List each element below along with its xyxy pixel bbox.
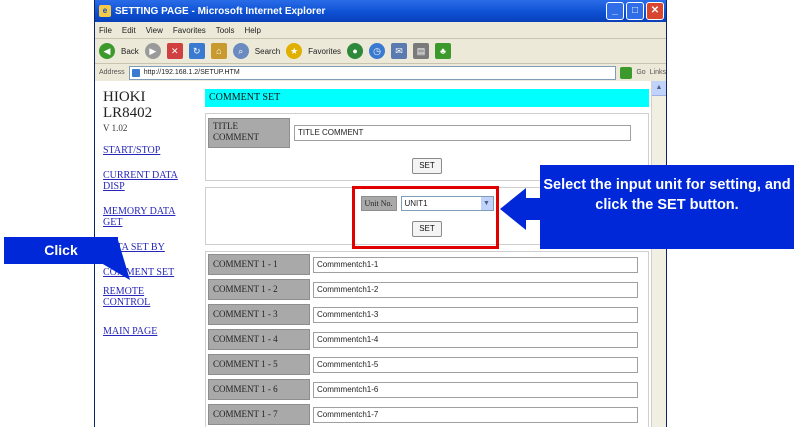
comment-input[interactable]: Commmentch1-5 (313, 356, 638, 373)
menu-bar: File Edit View Favorites Tools Help (95, 22, 666, 39)
menu-file[interactable]: File (99, 26, 112, 35)
home-icon[interactable]: ⌂ (210, 43, 227, 59)
version-label: V 1.02 (103, 123, 128, 133)
search-button-label[interactable]: Search (255, 47, 280, 56)
instruction-arrow-shape (500, 188, 544, 230)
comment-label: COMMENT 1 - 4 (208, 329, 310, 350)
vertical-scrollbar[interactable]: ▲ (651, 81, 666, 427)
media-icon[interactable]: ● (347, 43, 364, 59)
search-icon[interactable]: ⌕ (232, 43, 249, 59)
menu-edit[interactable]: Edit (122, 26, 136, 35)
nav-link-current-data[interactable]: CURRENT DATA DISP (103, 170, 183, 192)
comment-row: COMMENT 1 - 2 Commmentch1-2 (208, 279, 646, 300)
comment-label: COMMENT 1 - 7 (208, 404, 310, 425)
comment-row: COMMENT 1 - 6 Commmentch1-6 (208, 379, 646, 400)
nav-link-main-page[interactable]: MAIN PAGE (103, 326, 198, 337)
comment-row: COMMENT 1 - 4 Commmentch1-4 (208, 329, 646, 350)
comment-label: COMMENT 1 - 2 (208, 279, 310, 300)
print-icon[interactable]: ▤ (413, 43, 430, 59)
nav-link-start-stop[interactable]: START/STOP (103, 145, 198, 156)
scroll-up-icon[interactable]: ▲ (652, 81, 666, 96)
instruction-callout: Select the input unit for setting, and c… (540, 165, 794, 249)
menu-help[interactable]: Help (244, 26, 260, 35)
title-comment-input[interactable]: TITLE COMMENT (294, 125, 631, 141)
section-header: COMMENT SET (205, 89, 649, 107)
page-icon (131, 68, 140, 77)
minimize-button[interactable]: _ (606, 2, 624, 20)
click-arrow-shape (82, 240, 130, 280)
go-label[interactable]: Go (636, 69, 645, 76)
window-title: SETTING PAGE - Microsoft Internet Explor… (115, 5, 326, 17)
title-set-button[interactable]: SET (412, 158, 442, 174)
comment-label: COMMENT 1 - 5 (208, 354, 310, 375)
comment-input[interactable]: Commmentch1-2 (313, 281, 638, 298)
sidebar-nav: HIOKI LR8402 V 1.02 START/STOP CURRENT D… (103, 89, 198, 351)
comment-row: COMMENT 1 - 7 Commmentch1-7 (208, 404, 646, 425)
highlight-box (352, 186, 499, 249)
back-arrow-icon[interactable]: ◀ (99, 43, 115, 59)
forward-arrow-icon[interactable]: ▶ (144, 43, 161, 59)
close-button[interactable]: ✕ (646, 2, 664, 20)
page-content: HIOKI LR8402 V 1.02 START/STOP CURRENT D… (95, 81, 666, 427)
nav-link-remote-control[interactable]: REMOTE CONTROL (103, 286, 163, 308)
messenger-icon[interactable]: ♣ (435, 43, 452, 59)
address-value: http://192.168.1.2/SETUP.HTM (143, 68, 240, 76)
main-area: COMMENT SET TITLE COMMENT TITLE COMMENT … (205, 89, 649, 427)
stop-icon[interactable]: ✕ (166, 43, 183, 59)
toolbar: ◀ Back ▶ ✕ ↻ ⌂ ⌕ Search ★ Favorites ● ◷ … (95, 39, 666, 64)
comment-row: COMMENT 1 - 1 Commmentch1-1 (208, 254, 646, 275)
comment-input[interactable]: Commmentch1-4 (313, 331, 638, 348)
mail-icon[interactable]: ✉ (391, 43, 408, 59)
address-bar: Address http://192.168.1.2/SETUP.HTM Go … (95, 64, 666, 82)
brand-line1: HIOKI (103, 89, 146, 105)
comments-panel: COMMENT 1 - 1 Commmentch1-1 COMMENT 1 - 2C… (205, 251, 649, 427)
address-label: Address (99, 69, 125, 76)
title-comment-label: TITLE COMMENT (208, 118, 290, 148)
click-callout-arrow (82, 240, 130, 280)
menu-tools[interactable]: Tools (216, 26, 235, 35)
menu-view[interactable]: View (146, 26, 163, 35)
instruction-callout-arrow (500, 188, 544, 230)
back-button-label[interactable]: Back (121, 47, 139, 56)
maximize-button[interactable]: □ (626, 2, 644, 20)
comment-input[interactable]: Commmentch1-1 (313, 256, 638, 273)
comment-label: COMMENT 1 - 6 (208, 379, 310, 400)
links-label[interactable]: Links (650, 69, 666, 76)
go-arrow-icon[interactable] (620, 66, 633, 79)
comment-list: COMMENT 1 - 1 Commmentch1-1 COMMENT 1 - 2C… (208, 254, 646, 425)
comment-row: COMMENT 1 - 3 Commmentch1-3 (208, 304, 646, 325)
favorites-button-label[interactable]: Favorites (308, 47, 341, 56)
history-icon[interactable]: ◷ (369, 43, 386, 59)
comment-input[interactable]: Commmentch1-6 (313, 381, 638, 398)
comment-input[interactable]: Commmentch1-3 (313, 306, 638, 323)
ie-icon: e (99, 5, 111, 17)
favorites-star-icon[interactable]: ★ (286, 43, 303, 59)
comment-label: COMMENT 1 - 3 (208, 304, 310, 325)
comment-label: COMMENT 1 - 1 (208, 254, 310, 275)
comment-input[interactable]: Commmentch1-7 (313, 406, 638, 423)
address-input[interactable]: http://192.168.1.2/SETUP.HTM (128, 65, 617, 80)
brand-line2: LR8402 (103, 105, 153, 121)
nav-link-memory-data[interactable]: MEMORY DATA GET (103, 206, 183, 228)
refresh-icon[interactable]: ↻ (188, 43, 205, 59)
title-bar: e SETTING PAGE - Microsoft Internet Expl… (95, 0, 666, 22)
menu-favorites[interactable]: Favorites (173, 26, 206, 35)
comment-row: COMMENT 1 - 5 Commmentch1-5 (208, 354, 646, 375)
